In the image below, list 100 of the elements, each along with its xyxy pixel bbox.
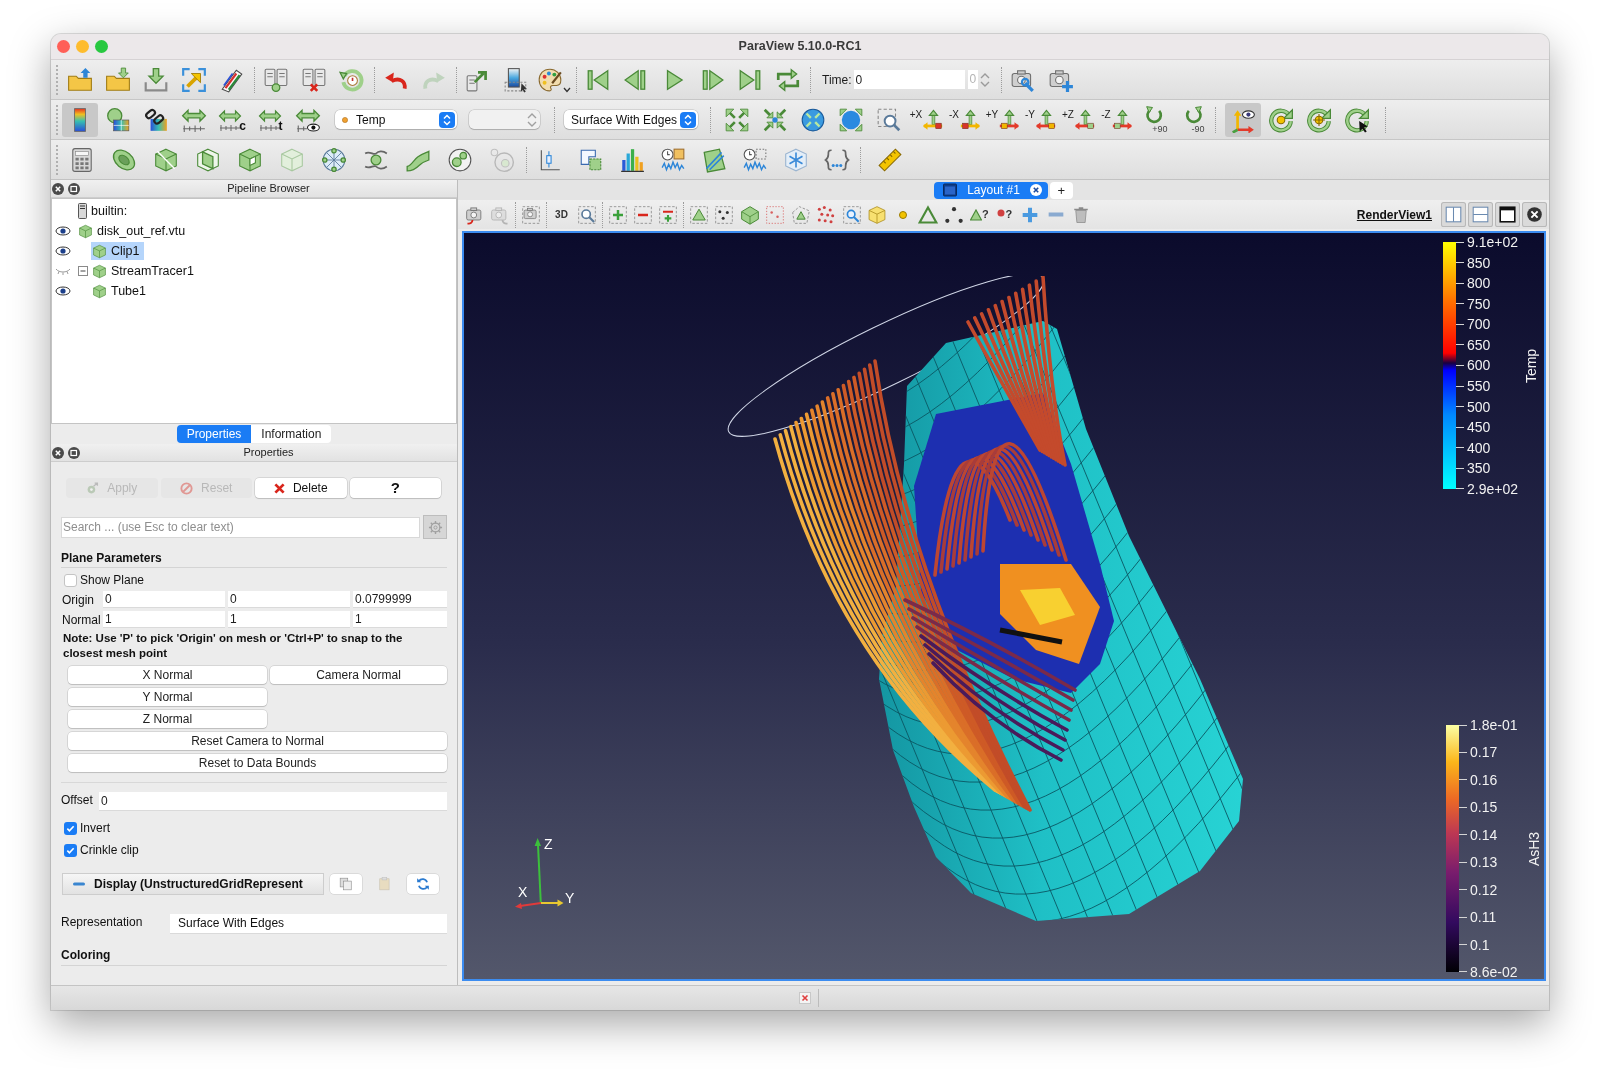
camera-frame-icon[interactable] (520, 204, 541, 225)
pipeline-item[interactable]: Tube1 (91, 282, 150, 300)
globe-arrows-icon[interactable] (800, 106, 826, 133)
trash-icon[interactable] (1072, 205, 1091, 224)
clockwise-arrow-icon[interactable] (1145, 105, 1165, 125)
close-icon[interactable] (52, 446, 64, 459)
slice-cube-icon[interactable] (195, 146, 221, 173)
close-icon[interactable] (1029, 184, 1042, 196)
updown-arrows-icon[interactable] (439, 111, 455, 128)
color-bar-cursor-icon[interactable] (503, 66, 529, 93)
view-direction-button[interactable]: +Z (1062, 108, 1096, 131)
plane-action-button[interactable]: Reset to Data Bounds (68, 754, 447, 772)
number-field[interactable]: 1 (103, 611, 225, 628)
dotted-box-icon[interactable] (765, 204, 786, 225)
axis-arrows-icon[interactable] (1035, 108, 1057, 131)
render-view[interactable]: 9.1e+02 850 800 750 700 650 600 550 500 450 400 350 2.9e+02 Temp 1.8e-01 0.17 0.16 0.15 0.14 0.13 0.12 0.11 0.1 8.6e-02 AsH3 Z X Y (462, 231, 1546, 981)
caret-icon[interactable] (563, 86, 571, 93)
cross-icon[interactable] (799, 992, 811, 1004)
close-icon[interactable] (52, 182, 64, 195)
clock-wave-icon[interactable] (659, 146, 686, 173)
pipeline-item[interactable]: disk_out_ref.vtu (77, 222, 190, 240)
circle-square-icon[interactable] (68, 446, 80, 459)
eye-icon[interactable] (55, 226, 71, 236)
circle-arrow-cursor-icon[interactable] (1344, 106, 1370, 133)
disc-arrows-icon[interactable] (838, 106, 864, 133)
calculator-icon[interactable] (69, 146, 95, 173)
rescale-range-button[interactable]: c (218, 107, 246, 132)
circle-square-icon[interactable] (68, 182, 80, 195)
triangle-icon[interactable] (969, 208, 982, 221)
circle-arrow-crosshair-icon[interactable] (1306, 106, 1332, 133)
circles-group-icon[interactable] (447, 146, 473, 173)
representation-dropdown[interactable]: Surface With Edges (564, 110, 698, 129)
panel-tab[interactable]: Information (251, 425, 332, 443)
split-horizontal-icon[interactable] (1441, 202, 1466, 227)
pipeline-item[interactable]: StreamTracer1 (91, 262, 198, 280)
clock-dotted-wave-icon[interactable] (741, 146, 768, 173)
rotate-view-button[interactable]: +90 (1142, 105, 1168, 134)
add-tab-button[interactable]: + (1049, 181, 1073, 199)
view-direction-button[interactable]: +X (909, 108, 945, 131)
palette-icon[interactable] (537, 66, 563, 93)
updown-arrows-icon[interactable] (526, 111, 538, 128)
triangle-select-icon[interactable] (688, 204, 709, 225)
folder-download-icon[interactable] (105, 66, 131, 93)
close-icon[interactable] (1522, 202, 1547, 227)
axis-arrows-icon[interactable] (922, 108, 945, 131)
circular-arrow-clock-icon[interactable] (339, 66, 365, 93)
query-button[interactable]: ? (997, 209, 1013, 220)
panel-tab[interactable]: Properties (176, 425, 252, 443)
select-plus-icon[interactable] (607, 204, 628, 225)
open-folder-icon[interactable] (67, 66, 93, 93)
ruler-icon[interactable] (876, 146, 903, 173)
polygon-select-icon[interactable] (790, 204, 811, 225)
double-arrow-ruler-icon[interactable] (181, 106, 207, 133)
rotate-view-button[interactable]: -90 (1181, 105, 1205, 134)
snowflake-cube-icon[interactable] (782, 146, 809, 173)
maximize-icon[interactable] (1495, 202, 1520, 227)
cube-outline-icon[interactable] (867, 204, 888, 225)
normal-button[interactable]: Y Normal (68, 688, 267, 706)
offset-field[interactable]: 0 (99, 791, 447, 811)
number-field[interactable]: 1 (228, 611, 350, 628)
refresh-button[interactable] (407, 874, 439, 894)
select-toggle-icon[interactable] (657, 204, 678, 225)
server-pair-cross-icon[interactable] (301, 66, 327, 93)
loop-icon[interactable] (775, 66, 801, 93)
action-button[interactable]: ? (349, 478, 441, 498)
close-window-button[interactable] (57, 40, 70, 53)
clipboard-icon[interactable] (378, 877, 392, 891)
scattered-dots-icon[interactable] (816, 204, 837, 225)
three-dots-icon[interactable] (943, 204, 964, 225)
zoom-window-button[interactable] (95, 40, 108, 53)
minus-box-icon[interactable] (78, 266, 88, 276)
ring-disk-icon[interactable] (111, 146, 137, 173)
axis-arrows-icon[interactable] (998, 108, 1021, 131)
number-field[interactable]: 0 (103, 591, 225, 608)
small-dot-icon[interactable] (898, 210, 907, 219)
axis-arrows-icon[interactable] (1073, 108, 1096, 131)
normal-button[interactable]: X Normal (68, 666, 267, 684)
broken-link-icon[interactable] (143, 106, 169, 133)
view-direction-button[interactable]: +Y (985, 108, 1021, 131)
checkbox[interactable] (64, 843, 77, 857)
copy-icon[interactable] (339, 877, 353, 891)
axis-arrows-icon[interactable] (959, 108, 981, 131)
extract-cube-icon[interactable] (237, 146, 263, 173)
layout-tab[interactable]: Layout #1 (934, 181, 1048, 199)
number-field[interactable]: 1 (353, 611, 447, 628)
view-direction-button[interactable]: -X (949, 108, 981, 131)
eye-icon[interactable] (55, 246, 71, 256)
updown-arrows-icon[interactable] (979, 71, 992, 88)
view-mode-button[interactable]: 3D (555, 207, 568, 222)
updown-arrows-icon[interactable] (680, 111, 696, 128)
triangle-outline-icon[interactable] (918, 204, 939, 225)
axis-arrows-icon[interactable] (1110, 108, 1133, 131)
sphere-net-icon[interactable] (321, 146, 347, 173)
search-field[interactable]: Search ... (use Esc to clear text) (61, 516, 420, 538)
representation-select[interactable]: Surface With Edges (170, 913, 447, 934)
points-select-icon[interactable] (714, 204, 735, 225)
pipeline-item[interactable]: builtin: (77, 202, 132, 220)
circle-arrow-dot-icon[interactable] (1268, 106, 1294, 133)
eye-icon[interactable] (55, 286, 71, 296)
server-pair-icon[interactable] (263, 66, 289, 93)
